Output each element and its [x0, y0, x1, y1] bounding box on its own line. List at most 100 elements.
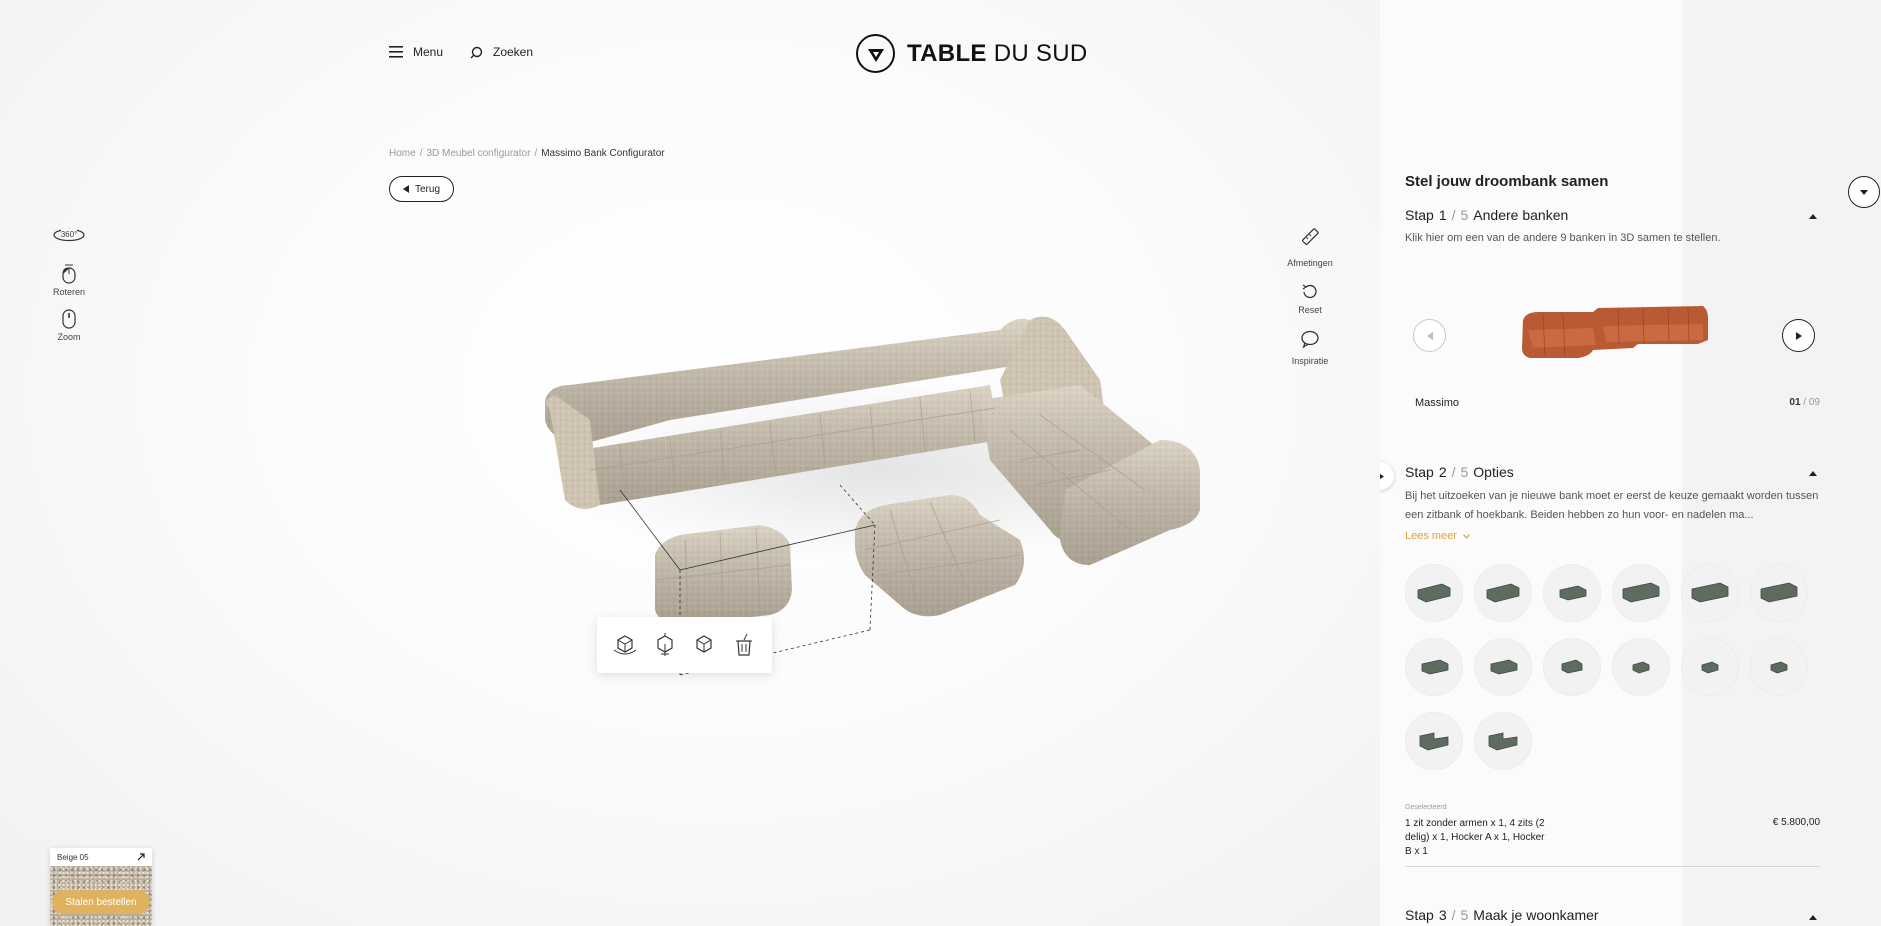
step-1-description: Klik hier om een van de andere 9 banken …: [1405, 232, 1721, 244]
sofa-module-icon: [1701, 661, 1719, 674]
module-option[interactable]: [1405, 564, 1463, 622]
flip-module-button[interactable]: [687, 628, 721, 662]
rotate-hint: Roteren: [34, 264, 104, 297]
mouse-left-icon: [62, 264, 76, 284]
step-3-header[interactable]: Stap 3 /5 Maak je woonkamer: [1405, 907, 1599, 923]
module-option[interactable]: [1612, 564, 1670, 622]
step-2-title: Opties: [1473, 464, 1514, 480]
configurator-title: Stel jouw droombank samen: [1405, 173, 1609, 190]
delete-module-button[interactable]: [727, 628, 761, 662]
fabric-texture: Stalen bestellen: [50, 866, 152, 926]
brand-logo[interactable]: TABLE DU SUD: [856, 34, 1088, 73]
sofa-module-icon: [1490, 659, 1518, 675]
sofa-module-icon: [1419, 732, 1449, 751]
cube-move-icon: [657, 633, 673, 656]
badge-360-text: 360°: [61, 230, 78, 239]
expand-viewer-button[interactable]: [1380, 462, 1394, 490]
sofa-module-icon: [1559, 585, 1587, 601]
next-sofa-button[interactable]: [1782, 319, 1815, 352]
prev-sofa-button[interactable]: [1413, 319, 1446, 352]
hamburger-icon: [389, 46, 403, 58]
module-option[interactable]: [1543, 564, 1601, 622]
order-samples-button[interactable]: Stalen bestellen: [52, 890, 150, 914]
search-button[interactable]: Zoeken: [470, 45, 533, 59]
step-3-title: Maak je woonkamer: [1473, 907, 1599, 923]
trash-icon: [736, 633, 753, 656]
module-option[interactable]: [1543, 638, 1601, 696]
reset-label: Reset: [1298, 305, 1322, 315]
swatch-name: Beige 05: [57, 852, 89, 862]
collapse-panel-button[interactable]: [1848, 176, 1880, 208]
sofa-module-icon: [1561, 659, 1583, 674]
sofa-module-icon: [1691, 582, 1729, 603]
divider: [1405, 866, 1820, 867]
zoom-hint: Zoom: [34, 309, 104, 342]
step-1-title: Andere banken: [1473, 207, 1569, 223]
breadcrumb-category[interactable]: 3D Meubel configurator: [426, 148, 530, 159]
read-more-link[interactable]: Lees meer: [1405, 530, 1470, 542]
caret-left-icon: [1426, 331, 1433, 340]
sofa-module-icon: [1760, 582, 1798, 603]
step-2-toggle[interactable]: [1808, 468, 1818, 478]
step-2-description: Bij het uitzoeken van je nieuwe bank moe…: [1405, 490, 1819, 521]
breadcrumb-current: Massimo Bank Configurator: [541, 148, 665, 159]
chevron-down-icon: [1860, 189, 1868, 195]
back-button[interactable]: Terug: [389, 176, 454, 202]
logo-mark-icon: [856, 34, 895, 73]
zoom-label: Zoom: [57, 332, 81, 342]
sofa-module-icon: [1622, 582, 1660, 603]
sofa-thumbnail[interactable]: [1518, 300, 1710, 360]
ruler-icon: [1302, 228, 1319, 245]
module-option[interactable]: [1405, 638, 1463, 696]
step-2-header[interactable]: Stap 2 /5 Opties: [1405, 464, 1514, 480]
sofa-module-icon: [1421, 659, 1449, 675]
menu-button[interactable]: Menu: [389, 45, 443, 59]
module-option[interactable]: [1750, 638, 1808, 696]
step-1-toggle[interactable]: [1808, 211, 1818, 221]
selected-label: Geselecteerd: [1405, 804, 1447, 811]
configurator-panel: Stel jouw droombank samen Stap 1 /5 Ander…: [1380, 0, 1881, 926]
sofa-module-icon: [1488, 732, 1518, 751]
module-option[interactable]: [1612, 638, 1670, 696]
dimensions-label: Afmetingen: [1287, 258, 1333, 268]
step-3-toggle[interactable]: [1808, 912, 1818, 922]
caret-right-icon: [1795, 331, 1802, 340]
fabric-swatch-card[interactable]: Beige 05 Stalen bestellen: [50, 848, 152, 926]
arrow-up-right-icon[interactable]: [137, 853, 145, 861]
mouse-wheel-icon: [62, 309, 76, 329]
caret-left-icon: [402, 185, 409, 193]
move-module-button[interactable]: [648, 628, 682, 662]
caret-up-icon: [1809, 914, 1817, 920]
search-icon: [470, 46, 483, 58]
caret-right-icon: [1380, 473, 1384, 479]
total-price: € 5.800,00: [1772, 817, 1820, 828]
cube-rotate-icon: [613, 635, 637, 655]
3d-viewer-stage[interactable]: Menu Zoeken TABLE DU SUD Home / 3D Meube…: [0, 0, 1380, 926]
module-option[interactable]: [1474, 564, 1532, 622]
module-option[interactable]: [1681, 638, 1739, 696]
reset-button[interactable]: Reset: [1275, 282, 1345, 315]
module-option[interactable]: [1474, 638, 1532, 696]
module-option[interactable]: [1405, 712, 1463, 770]
sofa-name-row: Massimo 01 / 09: [1415, 397, 1820, 409]
cube-icon: [696, 635, 712, 653]
dimensions-button[interactable]: Afmetingen: [1275, 226, 1345, 268]
step-1-header[interactable]: Stap 1 /5 Andere banken: [1405, 207, 1568, 223]
sofa-module-icon: [1417, 583, 1451, 603]
breadcrumb-home[interactable]: Home: [389, 148, 416, 159]
module-option[interactable]: [1750, 564, 1808, 622]
caret-up-icon: [1809, 213, 1817, 219]
rotate-360-icon: 360°: [53, 228, 85, 242]
chevron-down-icon: [1463, 533, 1470, 539]
inspiration-button[interactable]: Inspiratie: [1275, 329, 1345, 366]
breadcrumb: Home / 3D Meubel configurator / Massimo …: [389, 148, 665, 159]
rotate-360-hint: 360°: [34, 226, 104, 244]
sofa-module-icon: [1770, 661, 1788, 674]
sofa-module-icon: [1632, 661, 1650, 674]
module-toolbar: [597, 617, 772, 673]
rotate-module-button[interactable]: [608, 628, 642, 662]
caret-up-icon: [1809, 470, 1817, 476]
module-option[interactable]: [1474, 712, 1532, 770]
sofa-counter: 01 / 09: [1789, 397, 1820, 408]
module-option[interactable]: [1681, 564, 1739, 622]
